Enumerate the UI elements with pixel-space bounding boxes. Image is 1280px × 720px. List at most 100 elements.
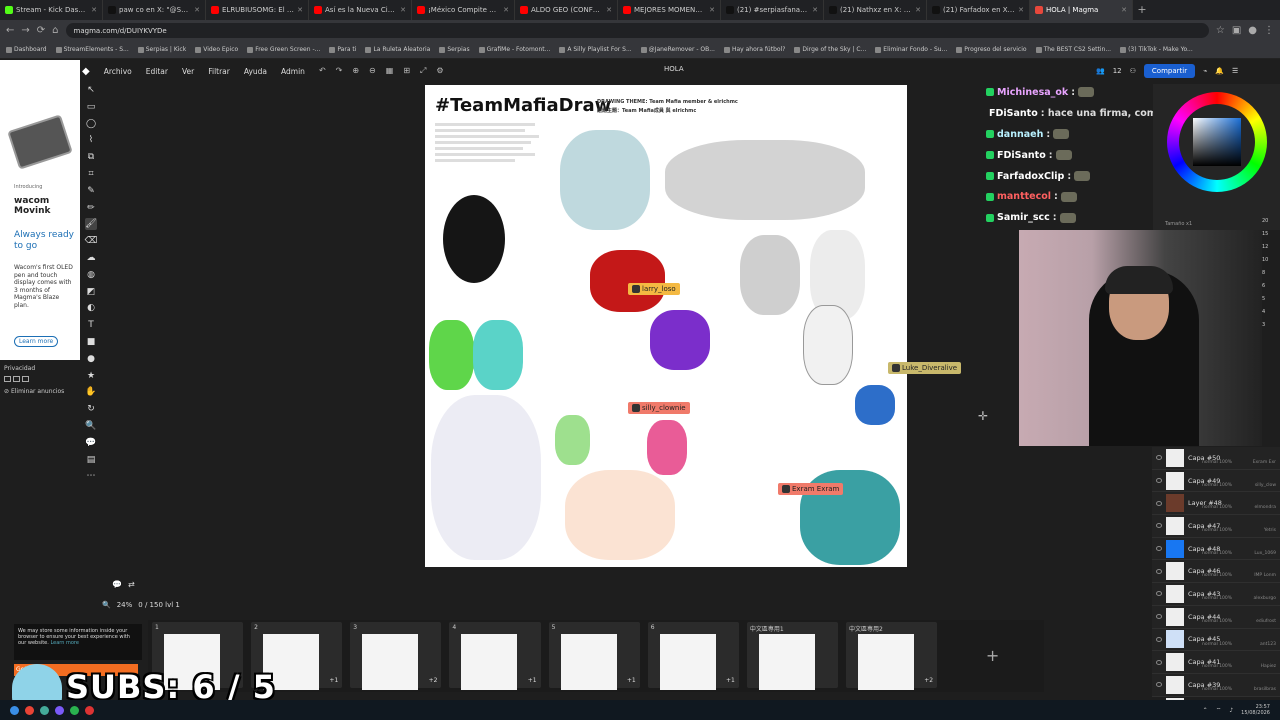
layer-row[interactable]: Capa #47 normal 100% Yetris — [1152, 515, 1280, 538]
eraser-icon[interactable]: ⌫ — [85, 235, 98, 247]
menu-admin[interactable]: Admin — [281, 67, 305, 76]
privacy-toggle[interactable] — [4, 376, 11, 382]
tab-close-icon[interactable]: ✕ — [503, 6, 509, 14]
clock[interactable]: 23:57 15/08/2026 — [1241, 704, 1270, 716]
rotate-icon[interactable]: ↻ — [85, 403, 97, 415]
document-title[interactable]: HOLA — [664, 65, 684, 73]
browser-tab[interactable]: Stream - Kick Dashboard✕ — [0, 0, 103, 20]
taskbar-app-icon[interactable] — [10, 705, 19, 715]
browser-tab[interactable]: ELRUBIUSOMG: El YouTub✕ — [206, 0, 309, 20]
bookmark-item[interactable]: Serpias — [439, 46, 470, 53]
grid-icon[interactable]: ⊞ — [403, 66, 410, 76]
taskbar-app-icon[interactable] — [85, 705, 94, 715]
undo-icon[interactable]: ↶ — [319, 66, 326, 76]
move-icon[interactable]: ↖ — [85, 84, 97, 96]
layer-visibility-icon[interactable] — [1156, 636, 1162, 642]
menu-archivo[interactable]: Archivo — [104, 67, 132, 76]
browser-tab[interactable]: (21) Farfadox en X: "Tener✕ — [927, 0, 1030, 20]
page-thumbnail[interactable]: 3 +2 — [350, 622, 442, 690]
transform-icon[interactable]: ⧉ — [85, 151, 97, 163]
reload-icon[interactable]: ⟳ — [37, 25, 45, 36]
zoom-in-icon[interactable]: ⊕ — [352, 66, 359, 76]
zoom-out-icon[interactable]: ⊖ — [369, 66, 376, 76]
tab-close-icon[interactable]: ✕ — [194, 6, 200, 14]
tab-close-icon[interactable]: ✕ — [709, 6, 715, 14]
menu-editar[interactable]: Editar — [146, 67, 168, 76]
blur-icon[interactable]: ◍ — [85, 269, 97, 281]
menu-ver[interactable]: Ver — [182, 67, 194, 76]
fill-icon[interactable]: ◩ — [85, 286, 97, 298]
page-thumbnail[interactable]: 中文區専用2 +2 — [845, 622, 938, 690]
profile-icon[interactable]: ● — [1248, 25, 1257, 36]
privacy-controls[interactable] — [4, 376, 29, 382]
hand-icon[interactable]: ✋ — [85, 386, 97, 398]
layer-row[interactable]: Capa #39 normal 100% brasilbras — [1152, 674, 1280, 697]
share-button[interactable]: Compartir — [1143, 64, 1196, 78]
layer-row[interactable]: Capa #49 normal 100% silly_clow — [1152, 470, 1280, 493]
redo-icon[interactable]: ↷ — [336, 66, 343, 76]
taskbar-app-icon[interactable] — [25, 705, 34, 715]
bookmark-item[interactable]: (3) TikTok - Make Yo... — [1120, 46, 1193, 53]
fit-icon[interactable]: ▦ — [386, 66, 394, 76]
layer-visibility-icon[interactable] — [1156, 455, 1162, 461]
privacy-toggle[interactable] — [22, 376, 29, 382]
user-icon[interactable]: ⚇ — [1130, 67, 1136, 75]
bookmark-item[interactable]: La Ruleta Aleatoria — [365, 46, 430, 53]
tab-close-icon[interactable]: ✕ — [812, 6, 818, 14]
page-thumbnail[interactable]: 中文區専用1 — [746, 622, 838, 690]
layer-row[interactable]: Capa #50 normal 100% Exram Exr — [1152, 447, 1280, 470]
wifi-icon[interactable]: ⌔ — [1216, 706, 1222, 714]
zoom-tool-icon[interactable]: 🔍 — [85, 420, 97, 432]
layer-row[interactable]: Capa #41 normal 100% Hapiez — [1152, 651, 1280, 674]
menu-icon[interactable]: ☰ — [1232, 67, 1238, 75]
layer-row[interactable]: Capa #45 normal 100% ant123 — [1152, 629, 1280, 652]
layer-visibility-icon[interactable] — [1156, 614, 1162, 620]
taskbar-app-icon[interactable] — [55, 705, 64, 715]
layer-visibility-icon[interactable] — [1156, 500, 1162, 506]
page-thumbnail[interactable]: 4 +1 — [449, 622, 541, 690]
tab-close-icon[interactable]: ✕ — [400, 6, 406, 14]
shape-icon[interactable]: ■ — [85, 336, 97, 348]
taskbar-app-icon[interactable] — [40, 705, 49, 715]
browser-tab[interactable]: Así es la Nueva Ciudad P✕ — [309, 0, 412, 20]
select-ellipse-icon[interactable]: ◯ — [85, 118, 97, 130]
bookmark-item[interactable]: Video Epico — [195, 46, 238, 53]
wacom-ad[interactable]: Introducing wacom Movink Always ready to… — [0, 60, 80, 360]
layer-visibility-icon[interactable] — [1156, 478, 1162, 484]
bookmark-star-icon[interactable]: ☆ — [1216, 25, 1225, 36]
menu-filtrar[interactable]: Filtrar — [208, 67, 230, 76]
taskbar-app-icon[interactable] — [70, 705, 79, 715]
text-icon[interactable]: T — [85, 319, 97, 331]
layer-row[interactable]: Layer #48 normal 100% elmondra — [1152, 492, 1280, 516]
layer-row[interactable]: Capa #43 normal 100% alexburgo — [1152, 583, 1280, 606]
url-field[interactable]: magma.com/d/DUIYKVYDe — [65, 23, 1209, 38]
bookmark-item[interactable]: Free Green Screen -... — [247, 46, 320, 53]
zoom-level[interactable]: 24% — [117, 601, 133, 609]
bookmark-item[interactable]: Para ti — [329, 46, 356, 53]
pencil-icon[interactable]: ✏ — [85, 202, 97, 214]
menu-ayuda[interactable]: Ayuda — [244, 67, 267, 76]
browser-tab[interactable]: ALDO GEO (CONFRONTA✕ — [515, 0, 618, 20]
layer-row[interactable]: Capa #46 normal 100% IMP Lonm — [1152, 560, 1280, 584]
volume-icon[interactable]: ♪ — [1229, 707, 1233, 714]
reference-toggle-icon[interactable]: ⇄ — [128, 580, 135, 589]
settings-icon[interactable]: ⚙ — [436, 66, 443, 76]
forward-icon[interactable]: → — [21, 25, 29, 36]
layer-visibility-icon[interactable] — [1156, 546, 1162, 552]
layer-visibility-icon[interactable] — [1156, 659, 1162, 665]
bookmark-item[interactable]: Serpias | Kick — [137, 46, 186, 53]
tab-close-icon[interactable]: ✕ — [91, 6, 97, 14]
privacy-toggle[interactable] — [13, 376, 20, 382]
reference-icon[interactable]: ▤ — [85, 454, 97, 466]
notifications-icon[interactable]: 🔔 — [1215, 67, 1224, 75]
browser-tab[interactable]: paw co en X: "@Serpias h✕ — [103, 0, 206, 20]
layer-row[interactable]: Capa #44 normal 100% ediufrost — [1152, 606, 1280, 629]
brush-size-ruler[interactable]: 20 15 12 10 8 6 5 4 3 — [1262, 218, 1280, 418]
crop-icon[interactable]: ⌗ — [85, 168, 97, 180]
lasso-icon[interactable]: ⌇ — [85, 134, 97, 146]
comment-icon[interactable]: 💬 — [85, 437, 97, 449]
bookmark-item[interactable]: Dirge of the Sky | C... — [794, 46, 866, 53]
brush-icon[interactable]: 🖌 — [85, 218, 97, 231]
layer-row[interactable]: Capa #48 normal 100% Lux_1069 — [1152, 538, 1280, 561]
page-thumbnail[interactable]: 5 +1 — [548, 622, 640, 690]
